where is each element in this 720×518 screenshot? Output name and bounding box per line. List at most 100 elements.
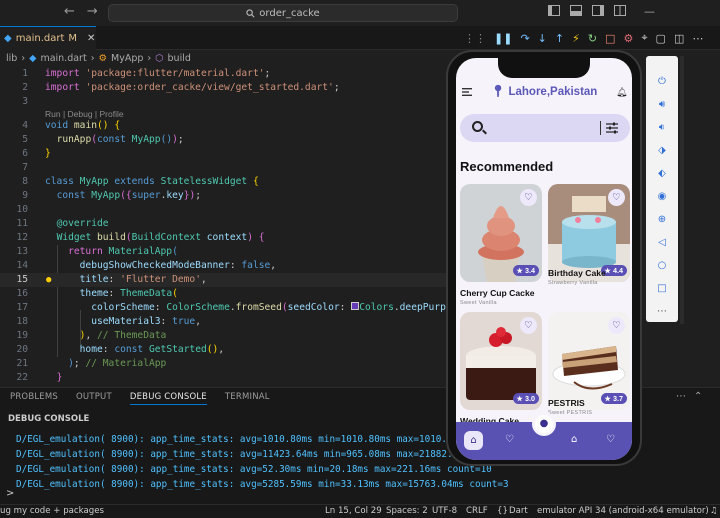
status-device[interactable]: emulator API 34 (android-x64 emulator) (537, 506, 709, 516)
favorites-heart-icon[interactable]: ♡ (606, 434, 615, 445)
status-cursor-position[interactable]: Ln 15, Col 29 (325, 506, 382, 516)
split-editor-icon[interactable]: ◫ (674, 32, 684, 45)
status-indentation[interactable]: Spaces: 2 (386, 506, 428, 516)
step-out-icon[interactable]: ↑ (555, 32, 564, 45)
overview-icon[interactable]: □ (655, 283, 669, 294)
line-number: 17 (16, 302, 28, 313)
color-swatch[interactable] (351, 302, 360, 310)
back-arrow-icon[interactable]: ← (64, 4, 75, 19)
rotate-right-icon[interactable]: ⬖ (655, 168, 669, 179)
toggle-secondary-sidebar-icon[interactable] (592, 5, 604, 16)
product-card[interactable]: ♡ ★ 3.4 (460, 184, 542, 282)
more-actions-icon[interactable]: ⋯ (692, 32, 703, 45)
product-card[interactable]: ♡ ★ 3.0 (460, 312, 542, 410)
breadcrumb-class[interactable]: MyApp (111, 53, 143, 64)
more-icon[interactable]: ⋯ (655, 306, 669, 317)
volume-up-icon[interactable]: 🔊︎ (655, 99, 669, 110)
product-name: Birthday Cake (548, 268, 606, 278)
breadcrumb-file[interactable]: main.dart (40, 53, 86, 64)
location-label[interactable]: 📍︎ Lahore,Pakistan (456, 84, 632, 98)
tab-main-dart[interactable]: ◆ main.dart M ✕ (0, 26, 96, 50)
power-icon[interactable]: ⏻ (655, 76, 669, 87)
chevron-right-icon: › (21, 53, 26, 64)
status-braces[interactable]: {} (497, 506, 508, 516)
inspect-widget-icon[interactable]: ⌖ (641, 31, 647, 45)
person-icon: ● (539, 418, 549, 429)
breadcrumb-method[interactable]: build (168, 53, 191, 64)
notifications-icon[interactable]: ♫ (710, 506, 718, 516)
more-actions-icon[interactable]: ⋯ (676, 391, 686, 402)
tab-terminal[interactable]: TERMINAL (225, 392, 270, 405)
toggle-sidebar-icon[interactable] (548, 5, 560, 16)
chevron-right-icon: › (147, 53, 152, 64)
customize-layout-icon[interactable] (614, 5, 626, 16)
code-editor[interactable]: Run | Debug | Profile 1 import 'package:f… (0, 67, 457, 387)
favorite-heart-icon[interactable]: ♡ (520, 189, 537, 206)
screenshot-icon[interactable]: ◉ (655, 191, 669, 202)
line-number: 5 (22, 134, 28, 145)
step-into-icon[interactable]: ↓ (538, 32, 547, 45)
toggle-panel-icon[interactable] (570, 5, 582, 16)
profile-fab-button[interactable]: ● (532, 412, 556, 436)
step-over-icon[interactable]: ↷ (520, 32, 529, 45)
search-input[interactable] (460, 114, 630, 142)
rating-badge: ★ 3.4 (512, 265, 539, 276)
restart-icon[interactable]: ↻ (588, 32, 597, 45)
hot-reload-icon[interactable]: ⚡ (572, 32, 580, 45)
code-line: void main() { (45, 120, 121, 131)
forward-arrow-icon[interactable]: → (87, 4, 98, 19)
volume-down-icon[interactable]: 🔉︎ (655, 122, 669, 133)
drag-handle-icon[interactable]: ⋮⋮ (464, 32, 486, 45)
line-number: 8 (22, 176, 28, 187)
minimize-icon[interactable]: — (644, 5, 655, 18)
code-line: colorScheme: ColorScheme.fromSeed(seedCo… (91, 302, 458, 313)
scrollbar[interactable] (680, 56, 684, 324)
product-subtitle: Sweet PESTRIS (548, 410, 593, 416)
location-text: Lahore,Pakistan (508, 86, 598, 98)
code-line: class MyApp extends StatelessWidget { (45, 176, 259, 187)
tab-problems[interactable]: PROBLEMS (10, 392, 58, 405)
command-center-search[interactable]: order_cacke (108, 4, 458, 22)
code-line: } (56, 372, 63, 383)
class-icon: ⚙ (98, 53, 108, 64)
dart-file-icon: ◆ (29, 53, 37, 64)
status-debug-config[interactable]: ug my code + packages (0, 506, 104, 516)
notification-bell-icon[interactable]: 🔔︎ (616, 88, 627, 98)
pause-icon[interactable]: ❚❚ (494, 32, 512, 45)
panel-actions: ⋯ ⌃ (676, 391, 702, 402)
line-number: 12 (16, 232, 28, 243)
tab-output[interactable]: OUTPUT (76, 392, 112, 405)
filter-icon[interactable] (606, 122, 618, 134)
method-icon: ⬡ (155, 53, 164, 64)
back-icon[interactable]: ◁ (655, 237, 669, 248)
close-icon[interactable]: ✕ (87, 33, 95, 44)
code-line: title: 'Flutter Demo', (79, 274, 207, 285)
home-icon[interactable]: ⌂ (464, 431, 483, 450)
title-bar: ← → order_cacke — (0, 0, 720, 26)
debug-toolbar: ⋮⋮ ❚❚ ↷ ↓ ↑ ⚡ ↻ □ ⚙ ⌖ ▢ ◫ ⋯ (458, 28, 720, 48)
product-card[interactable]: ♡ ★ 3.7 (548, 312, 630, 410)
breadcrumb-root[interactable]: lib (6, 53, 17, 64)
favorite-heart-icon[interactable]: ♡ (608, 189, 625, 206)
favorite-heart-icon[interactable]: ♡ (608, 317, 625, 334)
home-icon[interactable]: ○ (655, 260, 669, 271)
favorite-heart-icon[interactable]: ♡ (520, 317, 537, 334)
line-number: 11 (16, 218, 28, 229)
devtools-icon[interactable]: ⚙ (623, 32, 633, 45)
favorites-heart-icon[interactable]: ♡ (505, 434, 514, 445)
status-language[interactable]: Dart (509, 506, 528, 516)
codelens-run-debug[interactable]: Run | Debug | Profile (45, 109, 124, 119)
code-line: home: const GetStarted(), (79, 344, 225, 355)
console-input[interactable]: > (6, 488, 14, 499)
line-number: 15 (16, 274, 28, 285)
tab-debug-console[interactable]: DEBUG CONSOLE (129, 392, 207, 405)
rotate-left-icon[interactable]: ⬗ (655, 145, 669, 156)
status-encoding[interactable]: UTF-8 (432, 506, 457, 516)
chevron-up-icon[interactable]: ⌃ (694, 391, 702, 402)
stop-icon[interactable]: □ (605, 32, 615, 45)
line-number: 7 (22, 162, 28, 173)
home-icon[interactable]: ⌂ (571, 434, 577, 445)
zoom-icon[interactable]: ⊕ (655, 214, 669, 225)
emulator-icon[interactable]: ▢ (656, 32, 666, 45)
status-eol[interactable]: CRLF (466, 506, 488, 516)
